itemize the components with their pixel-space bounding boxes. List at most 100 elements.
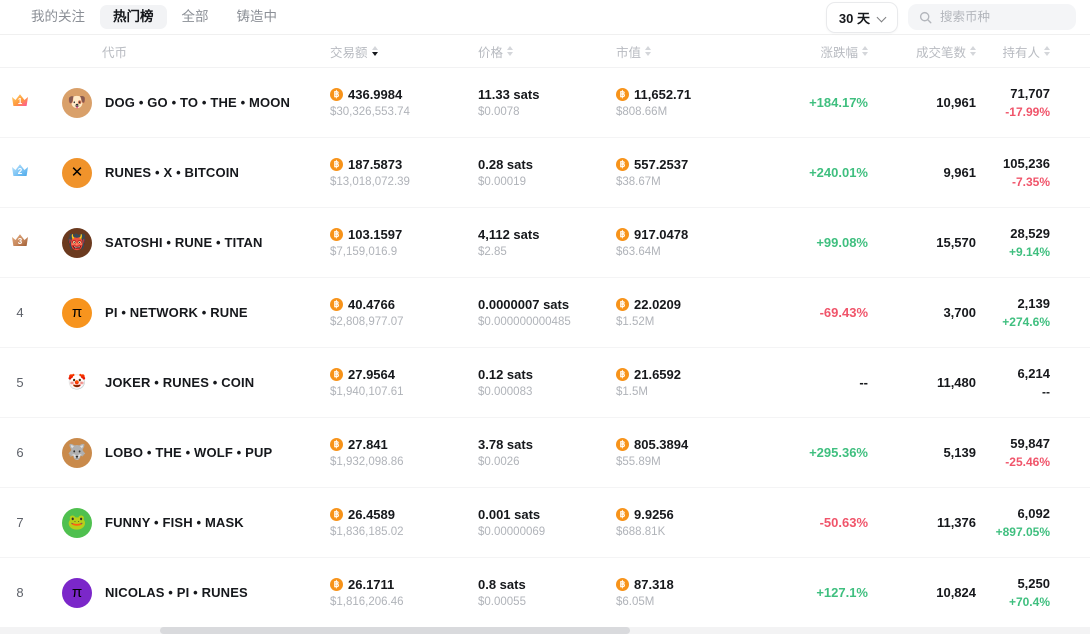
volume-usd: $30,326,553.74 xyxy=(330,106,478,118)
rank-cell: 5 xyxy=(0,374,40,392)
token-cell[interactable]: ✕RUNES • X • BITCOIN xyxy=(40,158,330,188)
tab-3[interactable]: 铸造中 xyxy=(224,5,291,29)
holders-value: 6,214 xyxy=(1017,366,1050,381)
holders-change: +70.4% xyxy=(1009,595,1050,609)
sort-arrows-marketcap[interactable] xyxy=(645,46,651,56)
volume-usd: $1,816,206.46 xyxy=(330,596,478,608)
chevron-down-icon xyxy=(878,13,887,22)
price-cell: 3.78 sats$0.0026 xyxy=(478,437,616,468)
price-usd: $0.00000069 xyxy=(478,526,616,538)
marketcap-value: 917.0478 xyxy=(634,227,688,242)
token-name: JOKER • RUNES • COIN xyxy=(105,375,254,390)
holders-value: 28,529 xyxy=(1010,226,1050,241)
table-row[interactable]: 2✕RUNES • X • BITCOIN฿187.5873$13,018,07… xyxy=(0,138,1090,208)
price-value: 4,112 sats xyxy=(478,227,539,242)
marketcap-value: 21.6592 xyxy=(634,367,681,382)
sort-arrows-price[interactable] xyxy=(507,46,513,56)
marketcap-usd: $1.52M xyxy=(616,316,748,328)
token-cell[interactable]: 🐺LOBO • THE • WOLF • PUP xyxy=(40,438,330,468)
crown-badge-2-icon: 2 xyxy=(10,161,30,179)
svg-text:2: 2 xyxy=(18,167,23,176)
bitcoin-icon: ฿ xyxy=(330,438,343,451)
column-label-token: 代币 xyxy=(102,42,127,61)
bitcoin-icon: ฿ xyxy=(330,88,343,101)
txs-cell: 11,376 xyxy=(868,514,976,532)
token-name: DOG • GO • TO • THE • MOON xyxy=(105,95,290,110)
column-header-price[interactable]: 价格 xyxy=(478,42,616,61)
bitcoin-icon: ฿ xyxy=(616,508,629,521)
marketcap-usd: $808.66M xyxy=(616,106,748,118)
top-bar-controls: 30 天 xyxy=(826,2,1076,33)
table-header-row: 代币 交易额 价格 市值 涨跌幅 成交笔数 持 xyxy=(0,35,1090,68)
search-input[interactable] xyxy=(940,10,1062,24)
token-cell[interactable]: 🐸FUNNY • FISH • MASK xyxy=(40,508,330,538)
table-row[interactable]: 3👹SATOSHI • RUNE • TITAN฿103.1597$7,159,… xyxy=(0,208,1090,278)
bitcoin-icon: ฿ xyxy=(330,578,343,591)
horizontal-scrollbar[interactable] xyxy=(0,627,1090,634)
volume-cell: ฿436.9984$30,326,553.74 xyxy=(330,87,478,118)
token-cell[interactable]: 🐶 DOG • GO • TO • THE • MOON xyxy=(40,88,330,118)
holders-cell: 6,092+897.05% xyxy=(976,506,1068,539)
table-row[interactable]: 1🐶DOG • GO • TO • THE • MOON฿436.9984$30… xyxy=(0,68,1090,138)
volume-value: 27.9564 xyxy=(348,367,395,382)
marketcap-value: 11,652.71 xyxy=(634,87,691,102)
column-header-change[interactable]: 涨跌幅 xyxy=(748,42,868,61)
scrollbar-thumb[interactable] xyxy=(160,627,630,634)
rank-cell: 3 xyxy=(0,231,40,254)
search-box[interactable] xyxy=(908,4,1076,30)
marketcap-cell: ฿87.318$6.05M xyxy=(616,577,748,608)
price-usd: $0.000083 xyxy=(478,386,616,398)
marketcap-value: 9.9256 xyxy=(634,507,674,522)
change-cell: +295.36% xyxy=(748,444,868,462)
token-name: RUNES • X • BITCOIN xyxy=(105,165,239,180)
price-value: 0.28 sats xyxy=(478,157,533,172)
token-cell[interactable]: πPI • NETWORK • RUNE xyxy=(40,298,330,328)
token-cell[interactable]: 👹SATOSHI • RUNE • TITAN xyxy=(40,228,330,258)
price-usd: $0.0078 xyxy=(478,106,616,118)
column-header-holders[interactable]: 持有人 xyxy=(976,42,1068,61)
sort-arrows-holders[interactable] xyxy=(1044,46,1050,56)
change-value: +127.1% xyxy=(816,585,868,600)
sort-arrows-volume[interactable] xyxy=(372,46,378,56)
volume-cell: ฿26.4589$1,836,185.02 xyxy=(330,507,478,538)
column-label-txs: 成交笔数 xyxy=(916,42,966,61)
table-row[interactable]: 7 🐸FUNNY • FISH • MASK฿26.4589$1,836,185.… xyxy=(0,488,1090,558)
rank-cell: 7 xyxy=(0,514,40,532)
tab-1[interactable]: 热门榜 xyxy=(100,5,167,29)
marketcap-usd: $6.05M xyxy=(616,596,748,608)
change-value: -50.63% xyxy=(820,515,868,530)
price-usd: $2.85 xyxy=(478,246,616,258)
titan-avatar: 👹 xyxy=(62,228,92,258)
tab-0[interactable]: 我的关注 xyxy=(18,5,98,29)
holders-cell: 28,529+9.14% xyxy=(976,226,1068,259)
token-cell[interactable]: πNICOLAS • PI • RUNES xyxy=(40,578,330,608)
column-header-txs[interactable]: 成交笔数 xyxy=(868,42,976,61)
volume-usd: $7,159,016.9 xyxy=(330,246,478,258)
dog-avatar: 🐶 xyxy=(62,88,92,118)
holders-cell: 59,847-25.46% xyxy=(976,436,1068,469)
column-header-token: 代币 xyxy=(40,42,330,61)
rank-cell: 6 xyxy=(0,444,40,462)
rank-number: 6 xyxy=(16,445,23,460)
marketcap-cell: ฿22.0209$1.52M xyxy=(616,297,748,328)
price-value: 0.8 sats xyxy=(478,577,526,592)
table-row[interactable]: 8πNICOLAS • PI • RUNES฿26.1711$1,816,206… xyxy=(0,558,1090,628)
rank-number: 7 xyxy=(16,515,23,530)
period-selector[interactable]: 30 天 xyxy=(826,2,898,33)
holders-change: -17.99% xyxy=(1005,105,1050,119)
bitcoin-icon: ฿ xyxy=(616,158,629,171)
holders-value: 2,139 xyxy=(1017,296,1050,311)
bitcoin-icon: ฿ xyxy=(330,228,343,241)
table-row[interactable]: 6🐺LOBO • THE • WOLF • PUP฿27.841$1,932,0… xyxy=(0,418,1090,488)
column-header-volume[interactable]: 交易额 xyxy=(330,42,478,61)
token-cell[interactable]: 🤡JOKER • RUNES • COIN xyxy=(40,368,330,398)
column-header-marketcap[interactable]: 市值 xyxy=(616,42,748,61)
table-row[interactable]: 5🤡JOKER • RUNES • COIN฿27.9564$1,940,107… xyxy=(0,348,1090,418)
table-row[interactable]: 4πPI • NETWORK • RUNE฿40.4766$2,808,977.… xyxy=(0,278,1090,348)
price-usd: $0.00019 xyxy=(478,176,616,188)
bitcoin-icon: ฿ xyxy=(616,88,629,101)
volume-value: 26.4589 xyxy=(348,507,395,522)
price-value: 0.001 sats xyxy=(478,507,540,522)
tab-2[interactable]: 全部 xyxy=(169,5,222,29)
token-name: FUNNY • FISH • MASK xyxy=(105,515,244,530)
